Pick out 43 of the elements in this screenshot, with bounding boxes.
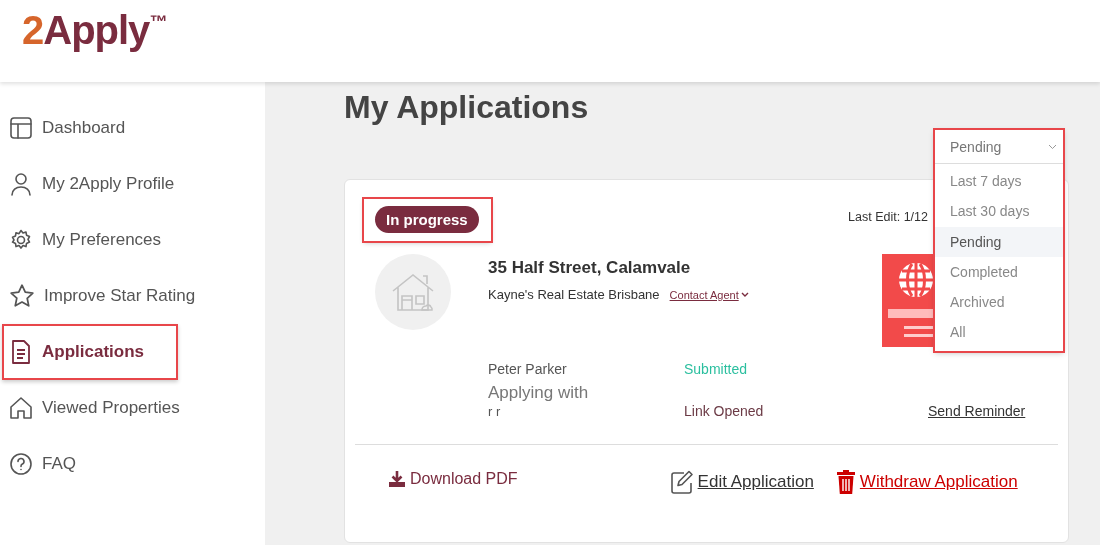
star-icon: [9, 283, 35, 309]
withdraw-application-link[interactable]: Withdraw Application: [835, 470, 1018, 495]
edit-icon: [669, 470, 694, 495]
dropdown-option[interactable]: Pending: [935, 226, 1063, 257]
download-icon: [388, 470, 406, 489]
chevron-icon: [740, 291, 749, 298]
sidebar-item[interactable]: Improve Star Rating: [0, 268, 265, 324]
co-applicant-name: r r: [488, 404, 502, 420]
sidebar-item[interactable]: Dashboard: [0, 100, 265, 156]
edit-application-link[interactable]: Edit Application: [669, 470, 814, 495]
help-icon: [9, 452, 33, 476]
applicant-name: Peter Parker: [488, 361, 568, 378]
dropdown-option[interactable]: All: [935, 317, 1063, 348]
sidebar-item[interactable]: FAQ: [0, 436, 265, 492]
dropdown-option[interactable]: Archived: [935, 287, 1063, 318]
chevron-icon: [1048, 143, 1057, 150]
status-badge: In progress: [375, 206, 479, 234]
contact-agent-link[interactable]: Contact Agent: [669, 288, 749, 301]
applying-with-label: Applying with: [488, 383, 590, 404]
page-title: My Applications: [344, 88, 589, 127]
sidebar-item[interactable]: Viewed Properties: [0, 380, 265, 436]
sidebar-item[interactable]: My Preferences: [0, 212, 265, 268]
person-icon: [9, 172, 33, 196]
applicant-status: Submitted: [684, 361, 749, 378]
house-icon: [390, 272, 436, 313]
dropdown-option[interactable]: Last 30 days: [935, 196, 1063, 227]
house-icon: [9, 396, 33, 420]
dropdown-option[interactable]: Last 7 days: [935, 166, 1063, 197]
filter-select[interactable]: Pending: [935, 130, 1063, 164]
trash-icon: [835, 470, 856, 495]
co-applicant-status: Link Opened: [684, 403, 765, 420]
agency-name: Kayne's Real Estate Brisbane: [488, 287, 660, 303]
property-address: 35 Half Street, Calamvale: [488, 258, 692, 279]
layout-icon: [9, 116, 33, 140]
download-pdf-link[interactable]: Download PDF: [388, 470, 518, 489]
settings-icon: [9, 228, 33, 252]
sidebar-item[interactable]: Applications: [2, 324, 178, 380]
app-logo: 2Apply™: [22, 8, 168, 53]
send-reminder-link[interactable]: Send Reminder: [928, 403, 1068, 420]
document-icon: [9, 339, 33, 365]
dropdown-option[interactable]: Completed: [935, 256, 1063, 288]
last-edit-text: Last Edit: 1/12: [848, 210, 928, 225]
sidebar-item[interactable]: My 2Apply Profile: [0, 156, 265, 212]
